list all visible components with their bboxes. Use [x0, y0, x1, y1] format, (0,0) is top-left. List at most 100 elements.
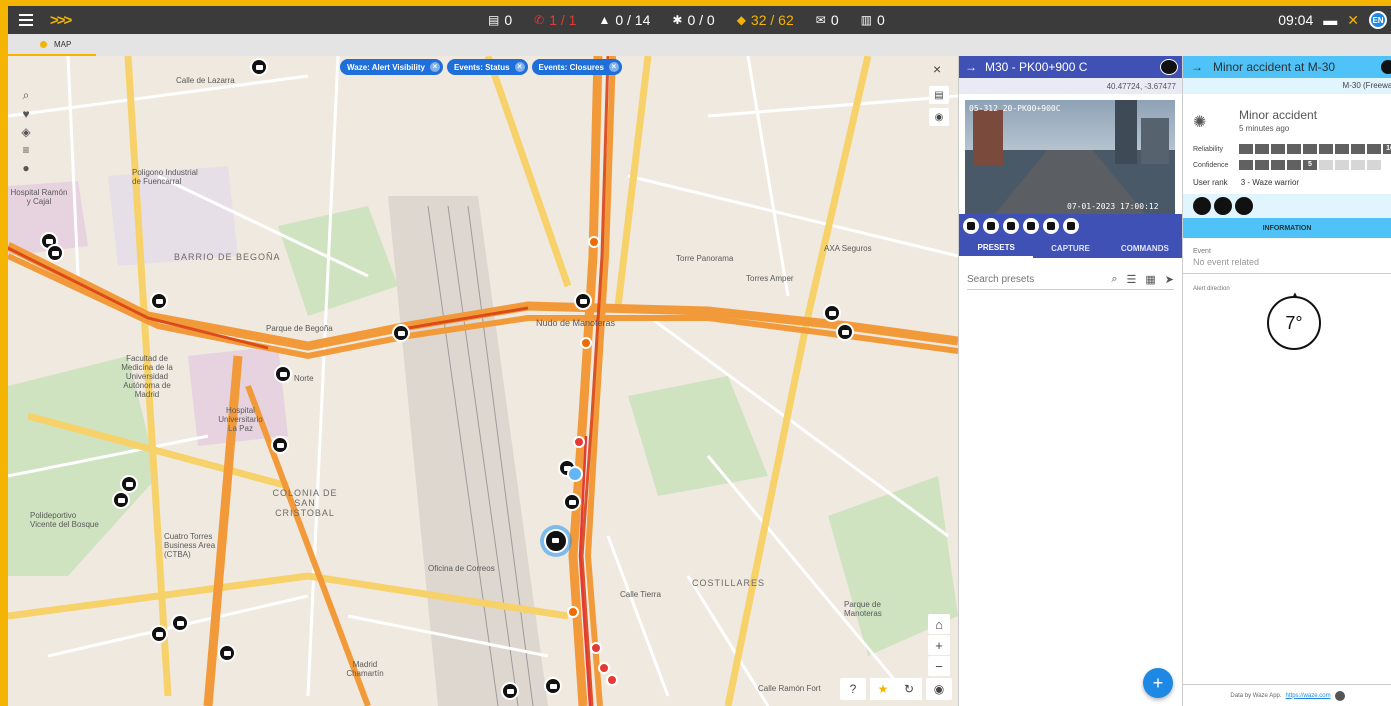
incident-marker[interactable] — [580, 337, 592, 349]
camera-marker[interactable] — [274, 365, 292, 383]
language-badge[interactable]: EN — [1369, 11, 1387, 29]
record-icon[interactable] — [1003, 218, 1019, 234]
incident-marker[interactable] — [598, 662, 610, 674]
camera-marker[interactable] — [392, 324, 410, 342]
camera-marker[interactable] — [544, 677, 562, 695]
arrow-right-icon[interactable]: → — [1191, 60, 1203, 74]
incident-marker[interactable] — [606, 674, 618, 686]
phone-counter[interactable]: ✆ 1 / 1 — [534, 12, 576, 28]
navigate-icon[interactable]: ➤ — [1165, 273, 1174, 286]
mail-counter[interactable]: ✉ 0 — [816, 12, 839, 28]
camera-marker[interactable] — [218, 644, 236, 662]
camera-tabs: PRESETS CAPTURE COMMANDS — [959, 238, 1182, 258]
camera-marker[interactable] — [112, 491, 130, 509]
warning-icon[interactable] — [1214, 197, 1232, 215]
list-view-icon[interactable]: ☰ — [1127, 273, 1137, 286]
incident-marker[interactable] — [590, 642, 602, 654]
chip-close-icon[interactable]: × — [429, 62, 440, 72]
menu-icon[interactable] — [8, 6, 44, 34]
filter-chip[interactable]: Events: Closures × — [531, 59, 622, 75]
camera-marker[interactable] — [150, 292, 168, 310]
map-label: Parque de Begoña — [266, 324, 333, 333]
add-preset-button[interactable]: + — [1143, 668, 1173, 698]
user-rank: User rank 3 - Waze warrior — [1193, 178, 1300, 187]
camera-marker[interactable] — [501, 682, 519, 700]
alert-road: M-30 (Freeway) — [1183, 78, 1391, 94]
camera-marker[interactable] — [171, 614, 189, 632]
snapshot-icon[interactable] — [1023, 218, 1039, 234]
bell-counter[interactable]: ◆ 32 / 62 — [737, 12, 794, 28]
camera-feed[interactable]: 05-312 20-PK00+900C 07-01-2023 17:00:12 — [965, 100, 1175, 214]
alert-icon[interactable] — [1235, 197, 1253, 215]
tab-map[interactable]: MAP — [8, 34, 96, 56]
refresh-icon[interactable]: ↻ — [896, 678, 922, 700]
search-icon[interactable]: ⌕ — [23, 88, 30, 103]
bookmark-icon[interactable] — [1043, 218, 1059, 234]
map-label: Hospital Ramón y Cajal — [10, 188, 68, 206]
camera-marker[interactable] — [836, 323, 854, 341]
warning-counter[interactable]: ▲ 0 / 14 — [598, 12, 650, 28]
alert-header-icon[interactable] — [1381, 60, 1391, 74]
map-label: COSTILLARES — [692, 578, 766, 588]
tab-presets[interactable]: PRESETS — [959, 238, 1034, 258]
location-icon[interactable]: ◉ — [929, 108, 949, 126]
top-bar: >>> ▤ 0 ✆ 1 / 1 ▲ 0 / 14 ✱ 0 / 0 ◆ 32 / 62 ✉ 0… — [8, 6, 1391, 34]
help-button[interactable]: ? — [840, 678, 866, 700]
map-bottom-controls: ? ★ ↻ ◉ — [840, 678, 952, 700]
star-icon[interactable]: ★ — [870, 678, 896, 700]
map-label: Polideportivo Vicente del Bosque — [30, 511, 99, 529]
camera-marker[interactable] — [271, 436, 289, 454]
filter-chip[interactable]: Waze: Alert Visibility × — [340, 59, 443, 75]
mute-icon[interactable]: ✕ — [1347, 12, 1359, 29]
waze-alert-marker[interactable] — [567, 466, 583, 482]
tab-capture[interactable]: CAPTURE — [1033, 238, 1107, 258]
close-icon[interactable]: × — [933, 61, 941, 77]
zoom-out-button[interactable]: − — [928, 656, 950, 676]
chip-close-icon[interactable]: × — [514, 62, 525, 72]
presets-search-input[interactable] — [967, 274, 1103, 285]
zoom-in-button[interactable]: + — [928, 635, 950, 655]
tab-information[interactable]: INFORMATION — [1183, 218, 1391, 238]
layers-icon[interactable]: ◈ — [21, 125, 30, 139]
home-icon[interactable]: ⌂ — [928, 614, 950, 634]
map-label: Calle de Lazarra — [176, 76, 235, 85]
filter-chip[interactable]: Events: Status × — [446, 59, 528, 75]
camera-marker[interactable] — [250, 58, 268, 76]
camera-marker[interactable] — [46, 244, 64, 262]
chip-close-icon[interactable]: × — [608, 62, 619, 72]
camera-coordinates: 40.47724, -3.67477 — [959, 78, 1182, 94]
arrow-right-icon[interactable]: → — [965, 60, 977, 74]
camera-marker[interactable] — [150, 625, 168, 643]
video-camera-icon — [1160, 59, 1178, 75]
eye-icon[interactable]: ◉ — [926, 678, 952, 700]
playback-icon[interactable] — [1063, 218, 1079, 234]
grid-view-icon[interactable]: ▦ — [1145, 273, 1155, 286]
layout-icon[interactable]: ▬ — [1323, 12, 1337, 28]
chat-counter[interactable]: ▤ 0 — [488, 12, 512, 28]
camera-marker[interactable] — [823, 304, 841, 322]
camera-marker-selected[interactable] — [544, 529, 568, 553]
tab-commands[interactable]: COMMANDS — [1108, 238, 1182, 258]
search-icon[interactable]: ⌕ — [1111, 273, 1117, 286]
minus-icon[interactable] — [983, 218, 999, 234]
camera-marker[interactable] — [574, 292, 592, 310]
filter-icon[interactable]: ≡ — [22, 143, 29, 157]
settings-icon[interactable] — [963, 218, 979, 234]
incident-marker[interactable] — [588, 236, 600, 248]
clipboard-counter[interactable]: ▥ 0 — [861, 12, 885, 28]
heart-icon[interactable]: ♥ — [22, 107, 29, 121]
incident-marker[interactable] — [573, 436, 585, 448]
info-icon[interactable]: ● — [22, 161, 29, 175]
waze-footer: Data by Waze App. https://waze.com — [1183, 684, 1391, 706]
warning-icon: ▲ — [598, 13, 611, 27]
phone-icon: ✆ — [534, 13, 545, 27]
clipboard-icon: ▥ — [860, 13, 872, 27]
incident-marker[interactable] — [567, 606, 579, 618]
favorites-group: ★ ↻ — [870, 678, 922, 700]
hide-icon[interactable] — [1193, 197, 1211, 215]
incident-counter[interactable]: ✱ 0 / 0 — [672, 12, 714, 28]
waze-link[interactable]: https://waze.com — [1286, 693, 1331, 699]
camera-marker[interactable] — [563, 493, 581, 511]
map-view[interactable]: Calle de Lazarra Poligono Industrial de … — [8, 56, 958, 706]
notes-icon[interactable]: ▤ — [929, 86, 949, 104]
